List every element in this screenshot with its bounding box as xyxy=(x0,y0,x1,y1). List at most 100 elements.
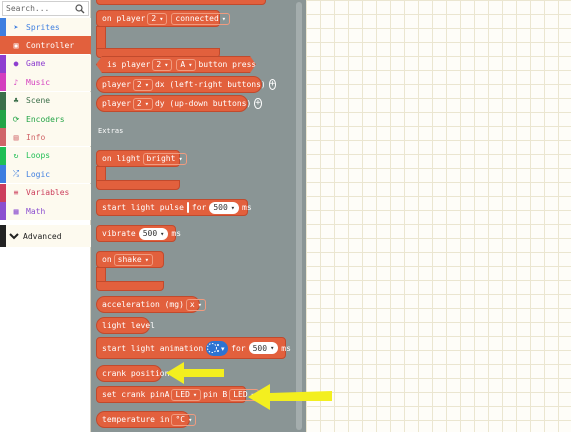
category-label: Logic xyxy=(26,169,51,179)
acceleration-block[interactable]: acceleration (mg) x xyxy=(96,296,206,313)
color-picker[interactable] xyxy=(186,202,189,213)
block-text: is player xyxy=(107,60,151,69)
is-player-button-pressed-block[interactable]: is player 2 A button pressed xyxy=(96,56,256,73)
start-light-animation-block[interactable]: start light animation ▾ for 500 ms xyxy=(96,337,291,359)
block-text: acceleration (mg) xyxy=(102,300,184,309)
light-level-block[interactable]: light level xyxy=(96,317,155,334)
block-text: light level xyxy=(102,321,155,330)
player-dx-block[interactable]: player 2 dx (left-right buttons) + xyxy=(96,76,277,93)
animation-dots-icon: ▾ xyxy=(207,343,225,353)
toolbox-category-scene[interactable]: ♣ Scene xyxy=(0,91,91,110)
temperature-block[interactable]: temperature in °C xyxy=(96,411,197,428)
toolbox-category-music[interactable]: ♪ Music xyxy=(0,73,91,92)
toolbox-category-loops[interactable]: ↻ Loops xyxy=(0,146,91,165)
block-text: on xyxy=(102,255,112,264)
set-crank-block[interactable]: set crank pinA LED pin B LED xyxy=(96,386,259,403)
axis-value: x xyxy=(189,300,195,309)
player-value: 2 xyxy=(136,99,142,108)
player-dropdown[interactable]: 2 xyxy=(152,59,172,71)
search-icon[interactable] xyxy=(75,4,85,14)
animation-picker[interactable]: ▾ xyxy=(206,340,229,356)
toolbox-category-math[interactable]: ▦ Math xyxy=(0,202,91,220)
unit-label: ms xyxy=(281,343,291,353)
player-dropdown[interactable]: 2 xyxy=(132,78,153,91)
category-label: Variables xyxy=(26,188,70,198)
logic-icon: ⤮ xyxy=(12,169,20,179)
temperature-unit-dropdown[interactable]: °C xyxy=(171,413,197,426)
duration-input[interactable]: 500 xyxy=(138,227,169,240)
crank-position-block[interactable]: crank position xyxy=(96,365,169,382)
block-text-suffix: dx (left-right buttons) xyxy=(154,80,266,89)
category-label: Loops xyxy=(26,151,51,161)
info-icon: ▤ xyxy=(13,132,19,142)
duration-input[interactable]: 500 xyxy=(248,342,279,354)
loops-icon: ↻ xyxy=(13,151,19,161)
toolbox-category-game[interactable]: ● Game xyxy=(0,54,91,73)
player-value: 2 xyxy=(151,14,157,23)
arrow-pointer-set-crank xyxy=(248,384,332,410)
block-text-suffix: dy (up-down buttons) xyxy=(154,99,252,108)
block-text-mid: pin B xyxy=(203,390,228,399)
block-text: set crank pinA xyxy=(102,390,170,399)
gesture-dropdown[interactable]: shake xyxy=(113,253,153,266)
duration-value: 500 xyxy=(213,203,228,212)
on-shake-block[interactable]: on shake xyxy=(96,251,164,291)
block-text-for: for xyxy=(231,343,246,353)
scene-icon: ♣ xyxy=(13,96,19,106)
game-icon: ● xyxy=(13,59,19,69)
advanced-toggle[interactable]: Advanced xyxy=(0,225,91,247)
temperature-unit-value: °C xyxy=(175,415,186,424)
search-input[interactable]: Search... xyxy=(2,1,89,16)
pin-a-dropdown[interactable]: LED xyxy=(171,388,202,401)
event-dropdown[interactable]: connected xyxy=(171,12,230,25)
toolbox-category-controller[interactable]: ▣ Controller xyxy=(0,36,91,55)
light-condition-value: bright xyxy=(146,154,176,163)
block-text: vibrate xyxy=(102,229,136,238)
duration-value: 500 xyxy=(142,229,158,238)
category-label: Music xyxy=(26,77,51,87)
advanced-label: Advanced xyxy=(23,231,62,241)
duration-value: 500 xyxy=(252,343,268,353)
player-dropdown[interactable]: 2 xyxy=(132,97,153,110)
player-value: 2 xyxy=(136,80,142,89)
vibrate-block[interactable]: vibrate 500 ms xyxy=(96,225,181,242)
category-label: Info xyxy=(26,132,46,142)
pin-b-value: LED xyxy=(233,390,248,399)
event-value: connected xyxy=(175,14,219,23)
light-condition-dropdown[interactable]: bright xyxy=(142,152,187,165)
toolbox-category-variables[interactable]: ≡ Variables xyxy=(0,183,91,202)
category-label: Controller xyxy=(26,40,75,50)
button-dropdown[interactable]: A xyxy=(176,59,196,71)
block-text: player xyxy=(102,80,131,89)
workspace-canvas[interactable] xyxy=(306,0,571,432)
toolbox-category-encoders[interactable]: ⟳ Encoders xyxy=(0,110,91,128)
player-dy-block[interactable]: player 2 dy (up-down buttons) + xyxy=(96,95,262,112)
block-text: player xyxy=(102,99,131,108)
axis-dropdown[interactable]: x xyxy=(185,298,206,311)
category-label: Scene xyxy=(26,96,51,106)
partial-block-top[interactable] xyxy=(96,0,266,5)
math-icon: ▦ xyxy=(13,206,19,216)
svg-text:▾: ▾ xyxy=(221,345,225,353)
toolbox-category-info[interactable]: ▤ Info xyxy=(0,128,91,147)
duration-input[interactable]: 500 xyxy=(209,201,240,214)
on-light-block[interactable]: on light bright xyxy=(96,150,187,190)
block-text: temperature in xyxy=(102,415,170,424)
expand-plus-icon[interactable]: + xyxy=(268,79,277,90)
encoders-icon: ⟳ xyxy=(12,114,20,124)
extras-section-label: Extras xyxy=(98,127,124,135)
expand-plus-icon[interactable]: + xyxy=(254,98,262,109)
on-player-connected-block[interactable]: on player 2 connected xyxy=(96,10,230,58)
category-label: Sprites xyxy=(26,22,60,32)
category-label: Game xyxy=(26,59,46,69)
button-value: A xyxy=(180,60,186,69)
player-dropdown[interactable]: 2 xyxy=(147,12,168,25)
pin-a-value: LED xyxy=(175,390,190,399)
flyout-scrollbar[interactable] xyxy=(296,2,302,430)
toolbox-category-sprites[interactable]: ➤ Sprites xyxy=(0,18,91,36)
toolbox: Search... ➤ Sprites ▣ Controller ● Game ♪ Music… xyxy=(0,0,91,432)
start-light-pulse-block[interactable]: start light pulse for 500 ms xyxy=(96,199,252,216)
toolbox-category-logic[interactable]: ⤮ Logic xyxy=(0,165,91,184)
unit-label: ms xyxy=(171,229,182,238)
variables-icon: ≡ xyxy=(13,188,19,198)
